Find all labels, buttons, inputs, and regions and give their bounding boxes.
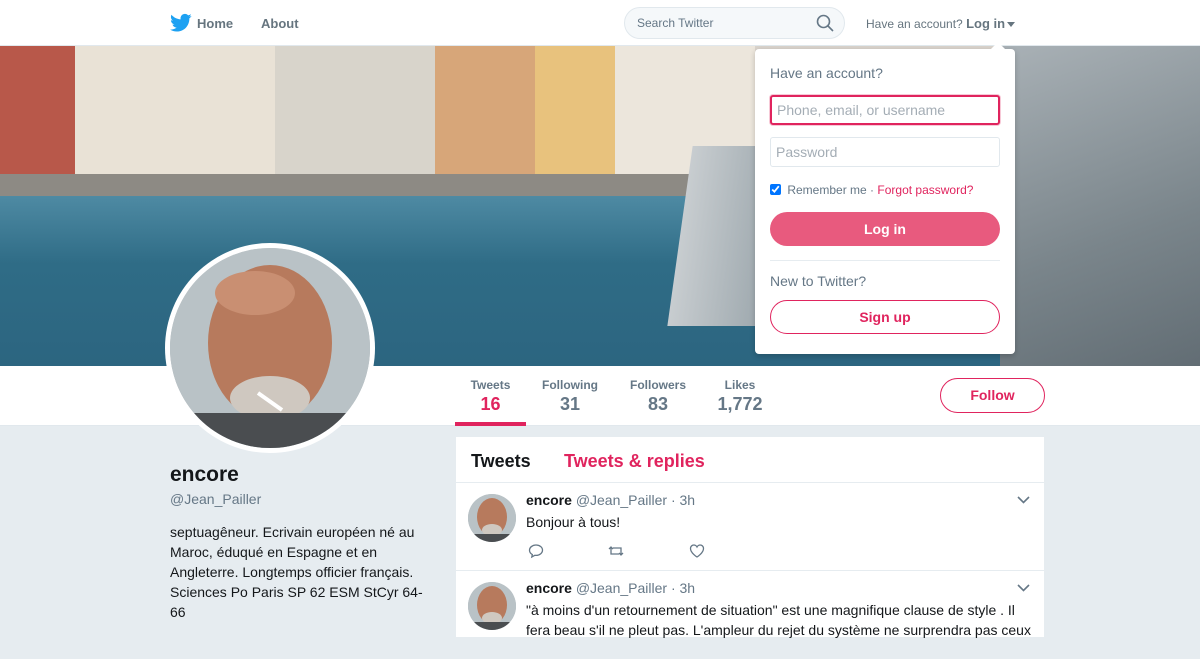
tweet-avatar[interactable] — [468, 582, 516, 630]
avatar-photo — [170, 248, 370, 448]
search-icon[interactable] — [816, 14, 834, 32]
banner-quay — [0, 174, 760, 198]
stat-value: 16 — [480, 394, 501, 414]
twitter-bird-icon[interactable] — [170, 13, 192, 33]
nav-about-link[interactable]: About — [261, 16, 299, 31]
avatar-portrait-icon — [468, 582, 516, 630]
heart-icon[interactable] — [689, 543, 705, 559]
username-field[interactable] — [770, 95, 1000, 125]
tweet-header: encore @Jean_Pailler · 3h — [526, 492, 695, 508]
avatar-portrait-icon — [468, 494, 516, 542]
password-field[interactable] — [770, 137, 1000, 167]
tab-tweets-replies[interactable]: Tweets & replies — [564, 451, 705, 472]
tweet-author-handle[interactable]: @Jean_Pailler — [576, 580, 667, 596]
top-nav-bar: Home About Search Twitter Have an accoun… — [0, 0, 1200, 46]
stat-tweets[interactable]: Tweets 16 — [470, 378, 511, 415]
banner-ship — [1000, 46, 1200, 366]
tweet-avatar[interactable] — [468, 494, 516, 542]
divider — [770, 260, 1000, 261]
stat-label: Following — [542, 378, 598, 392]
profile-bio: septuagêneur. Ecrivain européen né au Ma… — [170, 524, 423, 620]
signup-button[interactable]: Sign up — [770, 300, 1000, 334]
stat-value: 83 — [647, 394, 669, 414]
tweet-text: Bonjour à tous! — [526, 514, 621, 530]
stat-value: 31 — [559, 394, 581, 414]
remember-me-label[interactable]: Remember me — [787, 183, 866, 197]
separator-dot: · — [870, 183, 875, 197]
banner-building — [435, 46, 535, 191]
tweet-timestamp[interactable]: · 3h — [671, 492, 695, 508]
forgot-password-link[interactable]: Forgot password? — [877, 183, 973, 197]
tweet-author-name[interactable]: encore — [526, 492, 572, 508]
remember-me-checkbox[interactable] — [770, 184, 781, 195]
timeline: Tweets Tweets & replies encore @Jean_Pai… — [456, 437, 1044, 659]
login-link[interactable]: Log in — [966, 16, 1005, 31]
chevron-down-icon[interactable] — [1017, 584, 1030, 592]
have-account-label: Have an account? — [866, 17, 963, 31]
tweet-item[interactable]: encore @Jean_Pailler · 3h Bonjour à tous… — [456, 483, 1044, 571]
search-input[interactable]: Search Twitter — [624, 7, 845, 39]
reply-icon[interactable] — [528, 543, 544, 559]
banner-building — [535, 46, 615, 191]
stat-value: 1,772 — [717, 394, 763, 414]
tweet-item[interactable]: encore @Jean_Pailler · 3h "à moins d'un … — [456, 571, 1044, 659]
stat-following[interactable]: Following 31 — [541, 378, 599, 415]
banner-building — [75, 46, 275, 191]
banner-building — [275, 46, 435, 191]
nav-home-link[interactable]: Home — [197, 16, 233, 31]
login-menu-toggle[interactable]: Have an account? Log in — [866, 16, 1016, 31]
avatar-portrait-icon — [170, 248, 370, 448]
login-button[interactable]: Log in — [770, 212, 1000, 246]
profile-handle[interactable]: @Jean_Pailler — [170, 491, 261, 507]
active-tab-indicator — [455, 422, 526, 426]
chevron-down-icon[interactable] — [1017, 496, 1030, 504]
profile-avatar[interactable] — [165, 243, 375, 453]
login-dropdown: Have an account? Remember me · Forgot pa… — [755, 42, 1015, 354]
follow-button[interactable]: Follow — [940, 378, 1045, 413]
tweet-header: encore @Jean_Pailler · 3h — [526, 580, 695, 596]
stat-likes[interactable]: Likes 1,772 — [715, 378, 765, 415]
dropdown-caret — [991, 42, 1005, 49]
caret-down-icon — [1007, 22, 1016, 28]
stat-label: Followers — [629, 378, 686, 392]
tweet-timestamp[interactable]: · 3h — [671, 580, 695, 596]
banner-building — [0, 46, 75, 191]
stat-followers[interactable]: Followers 83 — [629, 378, 687, 415]
tweet-author-handle[interactable]: @Jean_Pailler — [576, 492, 667, 508]
tweet-text: "à moins d'un retournement de situation"… — [526, 602, 1031, 638]
tweet-author-name[interactable]: encore — [526, 580, 572, 596]
retweet-icon[interactable] — [608, 543, 624, 559]
remember-row: Remember me · Forgot password? — [770, 183, 973, 197]
stat-label: Tweets — [470, 378, 511, 392]
tab-tweets[interactable]: Tweets — [471, 451, 531, 472]
stat-label: Likes — [724, 378, 756, 392]
dropdown-title: Have an account? — [770, 65, 883, 81]
new-to-twitter-label: New to Twitter? — [770, 273, 867, 289]
timeline-tabs: Tweets Tweets & replies — [456, 437, 1044, 483]
profile-name[interactable]: encore — [170, 463, 239, 487]
